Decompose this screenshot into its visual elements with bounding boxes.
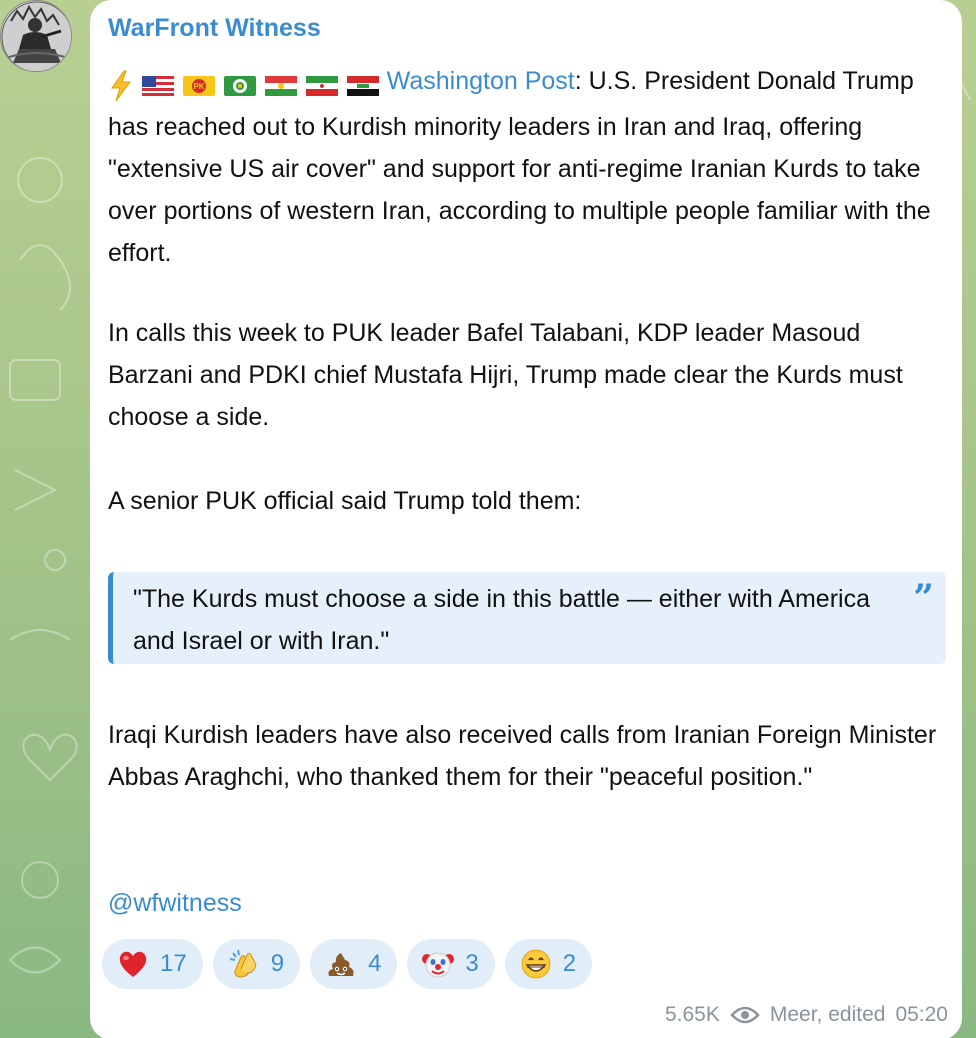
reaction-count: 2 — [562, 950, 577, 977]
message-paragraph-3: A senior PUK official said Trump told th… — [108, 487, 582, 515]
pkk-flag-icon: PK — [182, 76, 215, 97]
iran-flag-icon — [305, 76, 338, 97]
soldier-avatar-icon — [1, 1, 71, 71]
channel-avatar[interactable] — [0, 0, 72, 72]
quote-icon: ” — [913, 577, 934, 619]
reaction-grin[interactable]: 2 — [504, 939, 593, 989]
post-time: 05:20 — [895, 1003, 948, 1026]
reaction-heart[interactable]: 17 — [102, 939, 203, 989]
message-meta: 5.65K Meer, edited 05:20 — [665, 1003, 948, 1027]
pile-of-poo-icon — [328, 953, 354, 976]
us-flag-icon — [141, 76, 174, 97]
reaction-clown[interactable]: 3 — [407, 939, 495, 989]
flag-emoji-row: PK — [108, 64, 380, 106]
reaction-count: 17 — [160, 950, 187, 977]
eye-icon — [730, 1006, 760, 1024]
message-paragraph-2: In calls this week to PUK leader Bafel T… — [108, 319, 903, 431]
blockquote: "The Kurds must choose a side in this ba… — [108, 572, 946, 664]
post-author: Meer, edited — [769, 1003, 886, 1026]
reaction-poo[interactable]: 4 — [310, 939, 398, 989]
clown-face-icon — [422, 952, 455, 978]
reaction-count: 3 — [465, 950, 479, 977]
view-count: 5.65K — [664, 1003, 720, 1026]
pdki-flag-icon — [223, 76, 256, 97]
grinning-face-icon — [521, 949, 551, 979]
heart-icon — [119, 951, 147, 977]
reaction-clap[interactable]: 9 — [212, 939, 301, 989]
message-paragraph-1: PK Washington Post: U.S. President Donal… — [108, 60, 948, 274]
message-paragraph-4: Iraqi Kurdish leaders have also received… — [108, 721, 937, 791]
source-link[interactable]: Washington Post — [387, 67, 575, 95]
channel-mention-link[interactable]: @wfwitness — [108, 882, 242, 924]
quote-text: "The Kurds must choose a side in this ba… — [133, 585, 870, 655]
reactions-bar: 17 9 4 3 2 — [102, 939, 593, 989]
kurdistan-flag-icon — [264, 76, 297, 97]
lightning-icon — [111, 70, 131, 102]
reaction-count: 9 — [270, 950, 285, 977]
channel-name[interactable]: WarFront Witness — [108, 14, 321, 43]
message-bubble[interactable]: WarFront Witness PK Washington Post: U.S… — [90, 0, 962, 1038]
reaction-count: 4 — [368, 950, 382, 977]
svg-text:PK: PK — [193, 82, 204, 91]
clapping-hands-icon — [229, 949, 257, 978]
iraq-flag-icon — [346, 76, 379, 97]
